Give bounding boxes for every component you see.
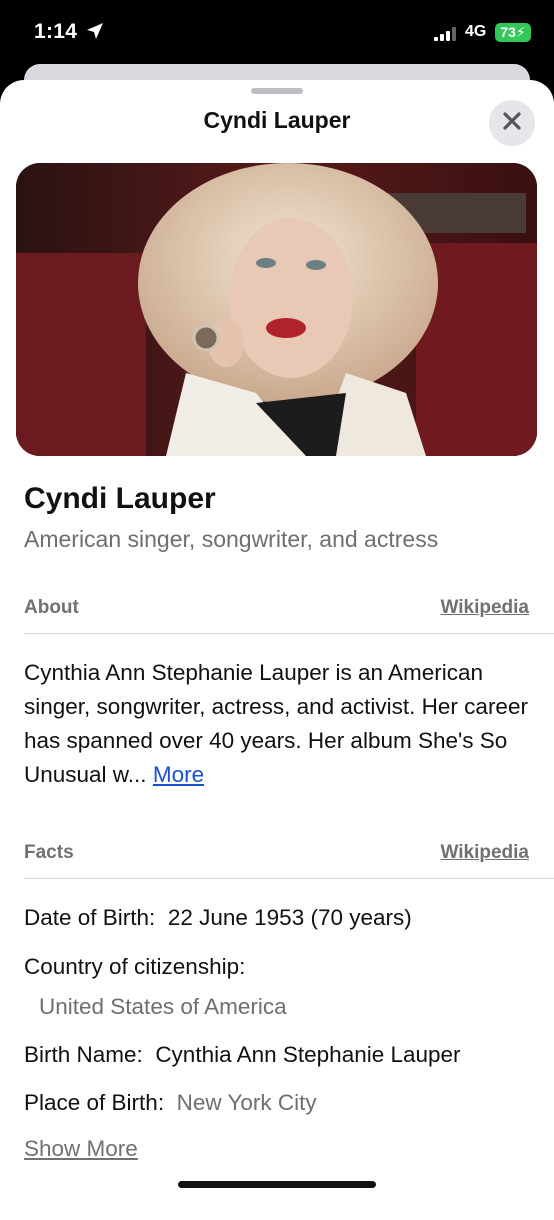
knowledge-sheet: Cyndi Lauper Cyndi Lauper American singe… xyxy=(0,80,554,1220)
charging-bolt-icon: ⚡ xyxy=(515,24,526,40)
about-divider xyxy=(24,633,554,634)
fact-key: Place of Birth: xyxy=(24,1090,165,1115)
fact-birth-name: Birth Name: Cynthia Ann Stephanie Lauper xyxy=(24,1042,461,1068)
home-indicator[interactable] xyxy=(178,1181,376,1188)
about-label: About xyxy=(24,597,79,618)
about-text: Cynthia Ann Stephanie Lauper is an Ameri… xyxy=(24,656,529,792)
fact-country-value[interactable]: United States of America xyxy=(39,994,287,1020)
fact-value: Cynthia Ann Stephanie Lauper xyxy=(155,1042,461,1067)
sheet-grabber[interactable] xyxy=(251,88,303,94)
close-button[interactable] xyxy=(489,100,535,146)
network-type: 4G xyxy=(465,23,487,40)
fact-place-of-birth: Place of Birth: New York City xyxy=(24,1090,317,1116)
entity-description: American singer, songwriter, and actress xyxy=(24,526,439,552)
hero-image[interactable] xyxy=(16,163,537,456)
battery-level: 73 xyxy=(500,24,516,40)
status-bar: 1:14 4G 73⚡ xyxy=(0,0,554,64)
fact-key: Birth Name: xyxy=(24,1042,143,1067)
about-wikipedia-link[interactable]: Wikipedia xyxy=(440,597,529,619)
fact-key: Date of Birth: xyxy=(24,905,156,930)
fact-country-of-citizenship: Country of citizenship: xyxy=(24,954,245,980)
fact-key: Country of citizenship: xyxy=(24,954,246,979)
entity-name: Cyndi Lauper xyxy=(24,482,216,515)
cellular-signal-icon xyxy=(434,27,460,46)
show-more-link[interactable]: Show More xyxy=(24,1136,138,1162)
about-body: Cynthia Ann Stephanie Lauper is an Ameri… xyxy=(24,660,528,787)
status-time: 1:14 xyxy=(34,20,78,43)
facts-label: Facts xyxy=(24,842,74,863)
facts-wikipedia-link[interactable]: Wikipedia xyxy=(440,842,529,864)
battery-indicator: 73⚡ xyxy=(495,23,531,42)
close-icon xyxy=(502,111,522,136)
about-more-link[interactable]: More xyxy=(153,762,204,787)
fact-date-of-birth: Date of Birth: 22 June 1953 (70 years) xyxy=(24,905,412,931)
fact-value: 22 June 1953 (70 years) xyxy=(167,905,412,930)
location-arrow-icon xyxy=(86,22,104,45)
sheet-title: Cyndi Lauper xyxy=(203,107,351,133)
fact-value-link[interactable]: New York City xyxy=(177,1090,317,1115)
facts-divider xyxy=(24,878,554,879)
